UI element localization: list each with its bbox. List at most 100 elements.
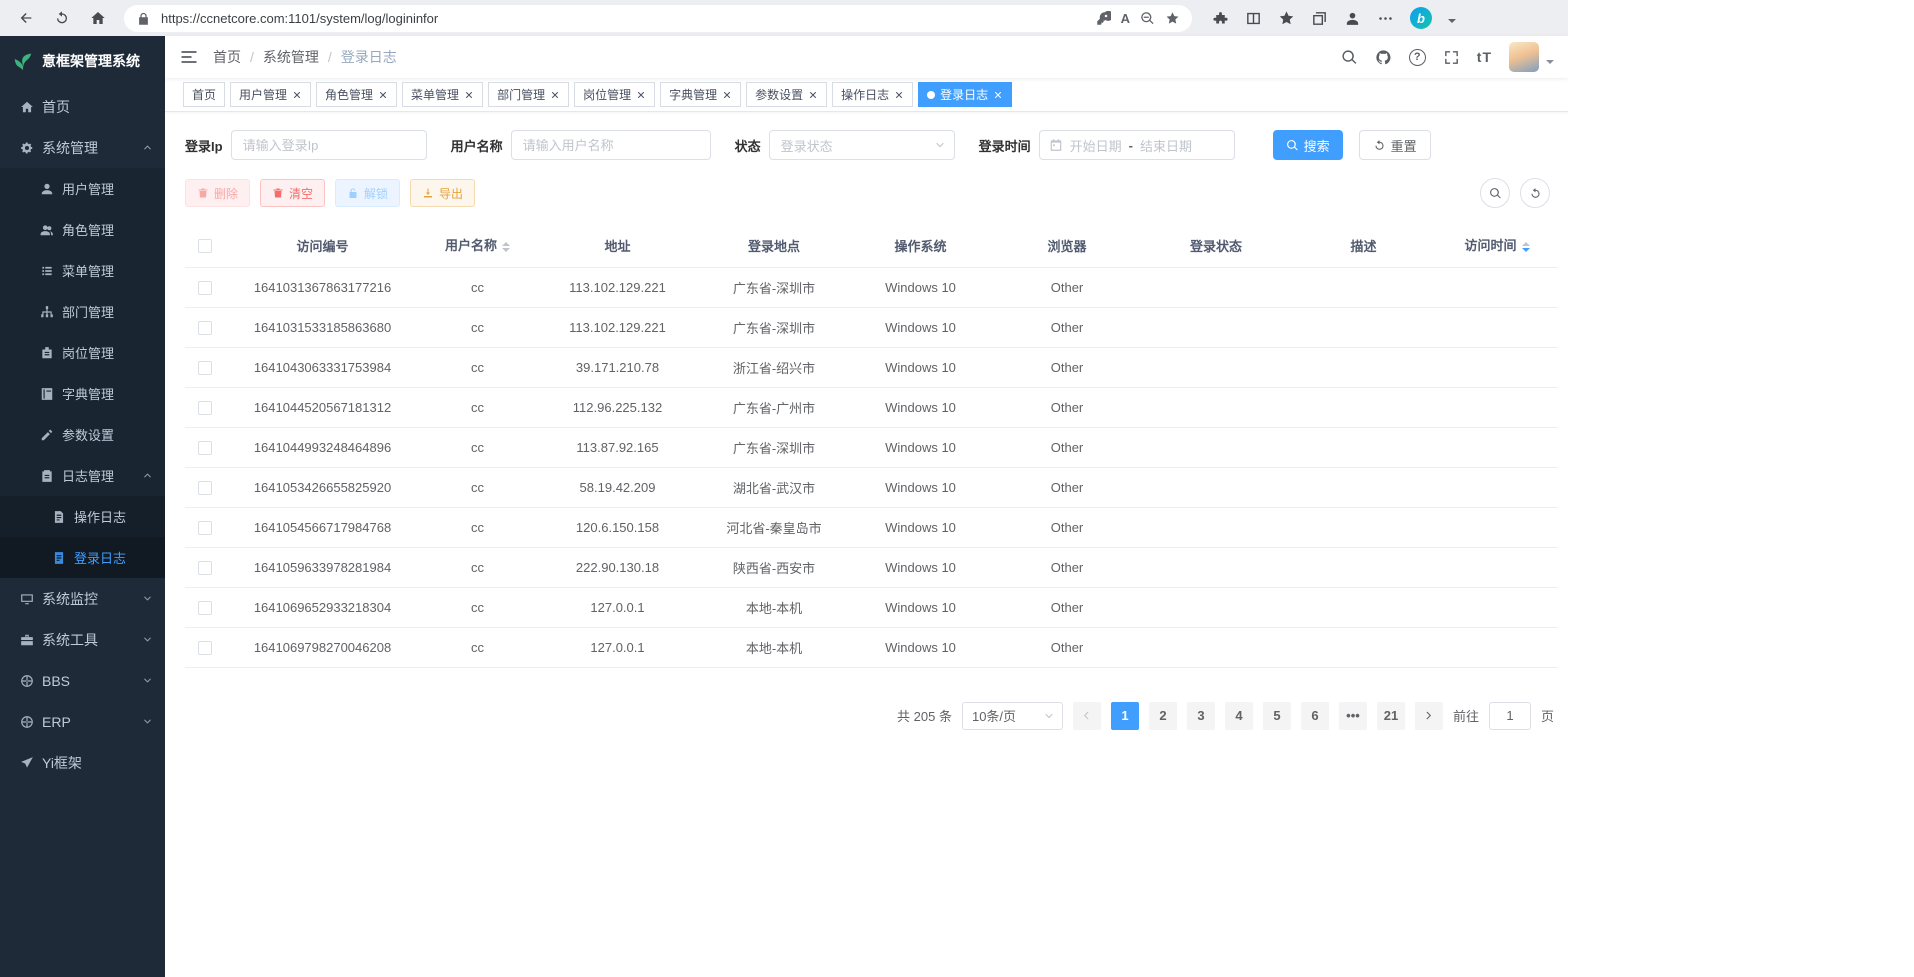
next-page-button[interactable] [1415,702,1443,730]
tab[interactable]: 字典管理 [660,82,741,107]
row-checkbox[interactable] [198,561,212,575]
page-size-select[interactable]: 10条/页 [962,702,1063,730]
breadcrumb-system[interactable]: 系统管理 [263,47,319,67]
url-text[interactable]: https://ccnetcore.com:1101/system/log/lo… [161,11,1086,26]
tab[interactable]: 部门管理 [488,82,569,107]
row-checkbox[interactable] [198,641,212,655]
profile-icon[interactable] [1344,10,1361,27]
copilot-icon[interactable]: b [1410,7,1432,29]
tab-close-icon[interactable] [550,90,560,100]
sidebar-item-user-mgmt[interactable]: 用户管理 [0,168,165,209]
user-avatar[interactable] [1509,42,1539,72]
refresh-table-button[interactable] [1520,178,1550,208]
row-checkbox[interactable] [198,401,212,415]
ip-input[interactable] [231,130,427,160]
add-favorite-icon[interactable] [1165,11,1180,26]
back-button[interactable] [10,4,42,32]
font-size-icon[interactable]: tT [1477,49,1492,65]
sidebar-item-system[interactable]: 系统管理 [0,127,165,168]
row-checkbox[interactable] [198,521,212,535]
sidebar-item-dept-mgmt[interactable]: 部门管理 [0,291,165,332]
end-date-placeholder[interactable]: 结束日期 [1140,136,1192,155]
col-visit-time[interactable]: 访问时间 [1436,224,1558,267]
username-input[interactable] [511,130,711,160]
password-key-icon[interactable] [1096,11,1111,26]
read-aloud-icon[interactable]: A [1121,11,1130,26]
prev-page-button[interactable] [1073,702,1101,730]
tab-close-icon[interactable] [378,90,388,100]
sidebar-item-log-mgmt[interactable]: 日志管理 [0,455,165,496]
tab-close-icon[interactable] [636,90,646,100]
row-checkbox[interactable] [198,281,212,295]
sidebar-item-menu-mgmt[interactable]: 菜单管理 [0,250,165,291]
tab[interactable]: 参数设置 [746,82,827,107]
clear-button[interactable]: 清空 [260,179,325,207]
zoom-out-icon[interactable] [1140,11,1155,26]
tab[interactable]: 操作日志 [832,82,913,107]
sidebar-item-home[interactable]: 首页 [0,86,165,127]
search-button[interactable]: 搜索 [1273,130,1343,160]
address-bar[interactable]: https://ccnetcore.com:1101/system/log/lo… [124,5,1192,32]
page-number-button[interactable]: 6 [1301,702,1329,730]
last-page-button[interactable]: 21 [1377,702,1405,730]
tab[interactable]: 用户管理 [230,82,311,107]
row-checkbox[interactable] [198,441,212,455]
toggle-search-button[interactable] [1480,178,1510,208]
page-number-button[interactable]: 4 [1225,702,1253,730]
tab-close-icon[interactable] [464,90,474,100]
fullscreen-icon[interactable] [1443,49,1460,66]
logo-link[interactable]: 意框架管理系统 [0,36,165,86]
sidebar-item-operation-log[interactable]: 操作日志 [0,496,165,537]
refresh-button[interactable] [46,4,78,32]
tab[interactable]: 首页 [183,82,225,107]
tab[interactable]: 岗位管理 [574,82,655,107]
avatar-menu-caret-icon[interactable] [1546,60,1554,68]
more-pages-button[interactable]: ••• [1339,702,1367,730]
sort-icon[interactable] [1522,238,1530,256]
row-checkbox[interactable] [198,321,212,335]
sidebar-item-yi-framework[interactable]: Yi框架 [0,742,165,783]
sidebar-item-erp[interactable]: ERP [0,701,165,742]
tab-close-icon[interactable] [993,90,1003,100]
row-checkbox[interactable] [198,481,212,495]
tab[interactable]: 登录日志 [918,82,1012,107]
sidebar-item-role-mgmt[interactable]: 角色管理 [0,209,165,250]
unlock-button[interactable]: 解锁 [335,179,400,207]
sidebar-item-tools[interactable]: 系统工具 [0,619,165,660]
tab-close-icon[interactable] [722,90,732,100]
tab-close-icon[interactable] [894,90,904,100]
sidebar-item-login-log[interactable]: 登录日志 [0,537,165,578]
favorites-icon[interactable] [1278,10,1295,27]
sidebar-toggle-icon[interactable] [179,47,199,67]
split-screen-icon[interactable] [1245,10,1262,27]
page-number-button[interactable]: 3 [1187,702,1215,730]
extensions-icon[interactable] [1212,10,1229,27]
collections-icon[interactable] [1311,10,1328,27]
sidebar-item-param-settings[interactable]: 参数设置 [0,414,165,455]
row-checkbox[interactable] [198,361,212,375]
search-icon[interactable] [1341,49,1358,66]
site-info-icon[interactable] [136,11,151,26]
tab[interactable]: 菜单管理 [402,82,483,107]
sidebar-item-bbs[interactable]: BBS [0,660,165,701]
select-all-checkbox[interactable] [198,239,212,253]
sidebar-item-post-mgmt[interactable]: 岗位管理 [0,332,165,373]
breadcrumb-home[interactable]: 首页 [213,47,241,67]
page-number-button[interactable]: 1 [1111,702,1139,730]
settings-menu-icon[interactable] [1377,10,1394,27]
sidebar-item-dict-mgmt[interactable]: 字典管理 [0,373,165,414]
delete-button[interactable]: 删除 [185,179,250,207]
tab-close-icon[interactable] [808,90,818,100]
status-select[interactable]: 登录状态 [769,130,955,160]
sidebar-item-monitor[interactable]: 系统监控 [0,578,165,619]
export-button[interactable]: 导出 [410,179,475,207]
reset-button[interactable]: 重置 [1359,130,1431,160]
goto-page-input[interactable] [1489,702,1531,730]
page-number-button[interactable]: 2 [1149,702,1177,730]
page-number-button[interactable]: 5 [1263,702,1291,730]
help-icon[interactable]: ? [1409,49,1426,66]
row-checkbox[interactable] [198,601,212,615]
sort-icon[interactable] [502,238,510,256]
github-icon[interactable] [1375,49,1392,66]
home-button[interactable] [82,4,114,32]
